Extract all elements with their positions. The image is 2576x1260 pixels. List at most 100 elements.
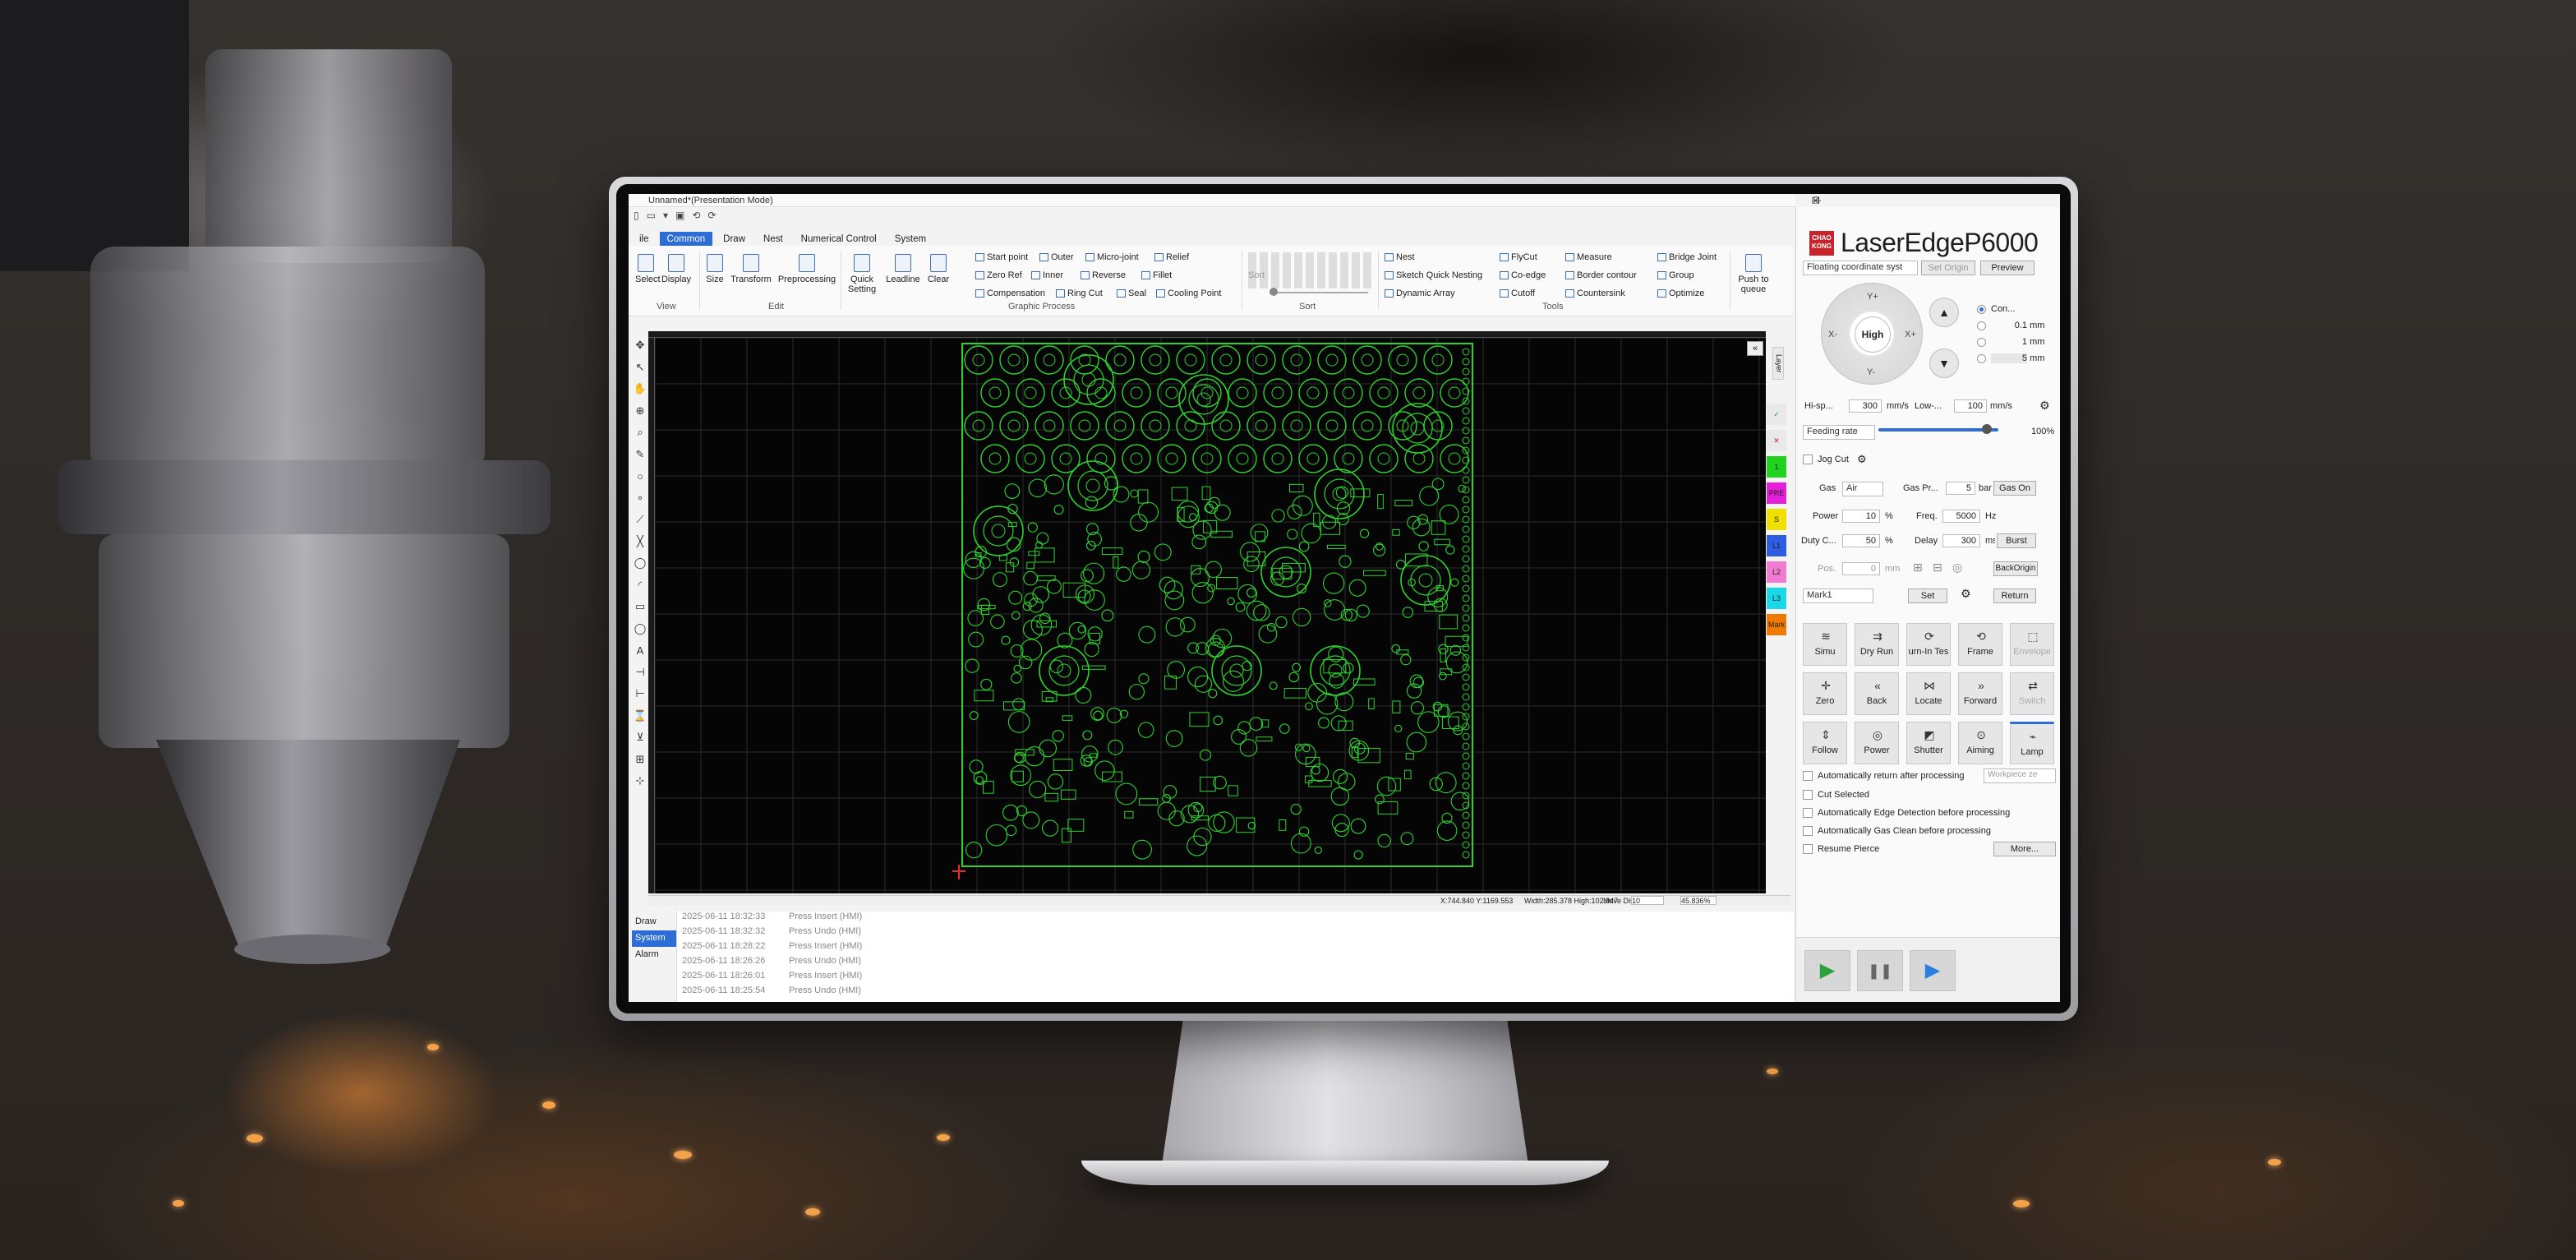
left-tool-4-icon[interactable]: ⌕ <box>632 422 648 444</box>
left-tool-10-icon[interactable]: ◯ <box>632 552 648 575</box>
locate-button[interactable]: ⋈ Locate <box>1906 672 1951 715</box>
log-tab-draw[interactable]: Draw <box>632 914 676 930</box>
layer-tab[interactable]: Layer <box>1772 347 1784 380</box>
jog-y-plus-button[interactable]: Y+ <box>1867 292 1878 302</box>
inner-button[interactable]: Inner <box>1031 270 1063 280</box>
new-file-icon[interactable]: ▯ <box>634 210 639 221</box>
forward-button[interactable]: » Forward <box>1958 672 2002 715</box>
lamp-button[interactable]: ⌁ Lamp <box>2010 722 2054 764</box>
mark-gear-icon[interactable]: ⚙ <box>1961 587 1971 601</box>
feeding-rate-select[interactable]: Feeding rate <box>1803 425 1875 440</box>
auto-return-checkbox[interactable]: Automatically return after processing <box>1803 771 1965 781</box>
target-icon[interactable]: ◎ <box>1952 561 1962 575</box>
left-tool-11-icon[interactable]: ◜ <box>632 575 648 597</box>
jog-cut-checkbox[interactable]: Jog Cut <box>1803 455 1849 464</box>
step-0-1-radio[interactable]: 0.1 mm <box>1977 321 2056 330</box>
step-5-radio[interactable]: 5 mm <box>1977 353 2056 363</box>
outer-button[interactable]: Outer <box>1039 252 1074 262</box>
transform-button[interactable]: Transform <box>729 254 773 284</box>
layer-3[interactable]: PRE <box>1767 482 1786 504</box>
open-file-icon[interactable]: ▭ <box>647 210 656 221</box>
co-edge-button[interactable]: Co-edge <box>1500 270 1546 280</box>
sort-slider[interactable] <box>1270 288 1368 296</box>
push-to-queue-button[interactable]: Push to queue <box>1735 254 1772 294</box>
zoom-level[interactable]: 45.836% <box>1680 896 1717 905</box>
workpiece-zero-select[interactable]: Workpiece ze <box>1984 768 2056 783</box>
zero-button[interactable]: ✛ Zero <box>1803 672 1847 715</box>
left-tool-15-icon[interactable]: ⊣ <box>632 662 648 684</box>
left-tool-20-icon[interactable]: ⊹ <box>632 770 648 792</box>
left-tool-18-icon[interactable]: ⊻ <box>632 727 648 749</box>
frame-button[interactable]: ⟲ Frame <box>1958 623 2002 666</box>
left-tool-0-icon[interactable]: ✥ <box>632 335 648 357</box>
plus-icon[interactable]: ⊞ <box>1913 561 1923 575</box>
left-tool-14-icon[interactable]: A <box>632 639 648 662</box>
feeding-rate-slider[interactable] <box>1878 424 1998 434</box>
size-button[interactable]: Size <box>704 254 726 284</box>
group-button[interactable]: Group <box>1657 270 1694 280</box>
jog-y-minus-button[interactable]: Y- <box>1867 367 1875 377</box>
drawing-canvas[interactable]: « <box>655 338 1766 893</box>
position-input[interactable]: 0 <box>1842 562 1880 575</box>
jog-cut-gear-icon[interactable]: ⚙ <box>1857 453 1867 466</box>
ring-cut-button[interactable]: Ring Cut <box>1056 288 1103 298</box>
resume-button[interactable]: ▶ <box>1910 950 1956 991</box>
preprocessing-button[interactable]: Preprocessing <box>776 254 837 284</box>
log-tab-alarm[interactable]: Alarm <box>632 947 676 963</box>
left-tool-9-icon[interactable]: ╳ <box>632 531 648 553</box>
left-tool-3-icon[interactable]: ⊕ <box>632 400 648 422</box>
envelope-button[interactable]: ⬚ Envelope <box>2010 623 2054 666</box>
seal-button[interactable]: Seal <box>1117 288 1146 298</box>
jog-x-plus-button[interactable]: X+ <box>1905 330 1916 339</box>
cooling-point-button[interactable]: Cooling Point <box>1156 288 1221 298</box>
urn-in-tes-button[interactable]: ⟳ urn-In Tes <box>1906 623 1951 666</box>
gas-type-select[interactable]: Air <box>1842 482 1883 496</box>
dynamic-array-button[interactable]: Dynamic Array <box>1385 288 1455 298</box>
optimize-button[interactable]: Optimize <box>1657 288 1704 298</box>
resume-pierce-checkbox[interactable]: Resume Pierce <box>1803 844 1879 854</box>
collapse-panel-button[interactable]: « <box>1747 341 1763 356</box>
move-distance-input[interactable]: 10 <box>1631 896 1664 905</box>
gas-clean-checkbox[interactable]: Automatically Gas Clean before processin… <box>1803 826 1991 836</box>
start-point-button[interactable]: Start point <box>975 252 1028 262</box>
sketch-quick-nesting-button[interactable]: Sketch Quick Nesting <box>1385 270 1482 280</box>
log-tab-system[interactable]: System <box>632 930 676 947</box>
shutter-button[interactable]: ◩ Shutter <box>1906 722 1951 764</box>
layer-6[interactable]: L2 <box>1767 561 1786 583</box>
jog-speed-center-button[interactable]: High <box>1855 316 1891 353</box>
hi-speed-input[interactable]: 300 <box>1849 399 1882 413</box>
back-origin-button[interactable]: BackOrigin <box>1993 561 2038 576</box>
aiming-button[interactable]: ⊙ Aiming <box>1958 722 2002 764</box>
display-button[interactable]: Display <box>660 254 693 284</box>
start-button[interactable]: ▶ <box>1804 950 1850 991</box>
sort-button[interactable]: Sort <box>1247 270 1266 280</box>
burst-button[interactable]: Burst <box>1997 533 2036 548</box>
select-button[interactable]: Select <box>635 254 661 284</box>
gas-on-button[interactable]: Gas On <box>1993 481 2036 496</box>
layer-0[interactable]: ✓ <box>1767 404 1786 425</box>
left-tool-2-icon[interactable]: ✋ <box>632 378 648 400</box>
slider-handle[interactable] <box>1982 424 1992 434</box>
cutoff-button[interactable]: Cutoff <box>1500 288 1535 298</box>
step-continuous-radio[interactable]: Con... <box>1977 304 2015 314</box>
left-tool-6-icon[interactable]: ○ <box>632 465 648 487</box>
layer-7[interactable]: L3 <box>1767 588 1786 609</box>
layer-2[interactable]: 1 <box>1767 456 1786 478</box>
tab-system[interactable]: System <box>887 232 933 247</box>
back-button[interactable]: « Back <box>1855 672 1899 715</box>
redo-icon[interactable]: ⟳ <box>707 210 716 221</box>
left-tool-1-icon[interactable]: ↖ <box>632 357 648 379</box>
dry-run-button[interactable]: ⇉ Dry Run <box>1855 623 1899 666</box>
countersink-button[interactable]: Countersink <box>1565 288 1625 298</box>
coordinate-system-select[interactable]: Floating coordinate syst <box>1803 261 1918 275</box>
preview-button[interactable]: Preview <box>1980 261 2035 275</box>
micro-joint-button[interactable]: Micro-joint <box>1085 252 1139 262</box>
mark-select[interactable]: Mark1 <box>1803 588 1873 603</box>
pause-button[interactable]: ❚❚ <box>1857 950 1903 991</box>
border-contour-button[interactable]: Border contour <box>1565 270 1637 280</box>
layer-1[interactable]: ✕ <box>1767 430 1786 451</box>
leadline-button[interactable]: Leadline <box>883 254 923 284</box>
dropdown-icon[interactable]: ▾ <box>663 210 668 221</box>
power-button[interactable]: ◎ Power <box>1855 722 1899 764</box>
delay-input[interactable]: 300 <box>1942 534 1980 547</box>
